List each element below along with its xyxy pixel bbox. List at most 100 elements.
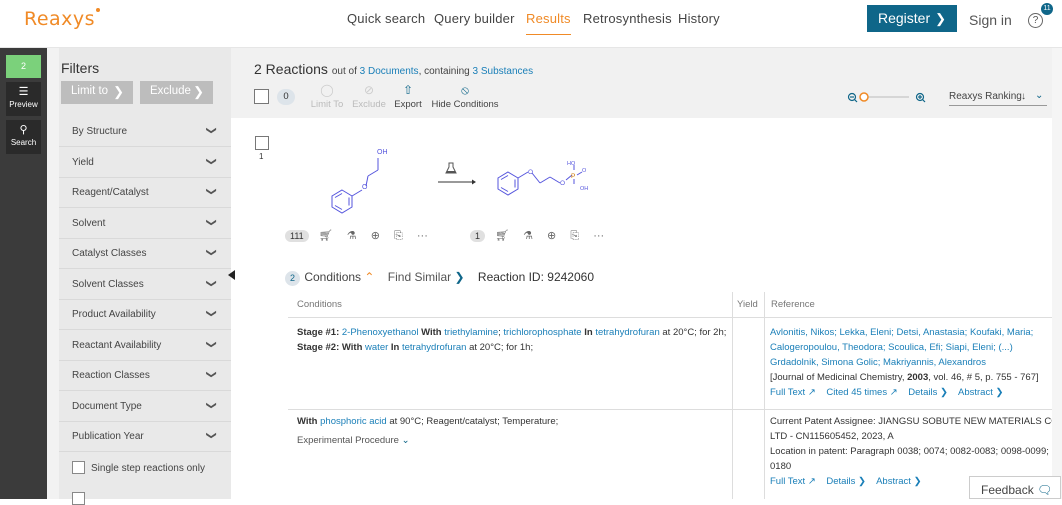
reagent-link[interactable]: water: [365, 342, 388, 353]
more-icon[interactable]: ···: [593, 230, 604, 242]
conditions-table: Conditions Yield Reference Stage #1: 2-P…: [288, 292, 1062, 499]
preview-button[interactable]: ☰ Preview: [6, 82, 41, 116]
reagent-link[interactable]: phosphoric acid: [320, 416, 387, 427]
collapse-panel-icon[interactable]: [228, 270, 235, 280]
chevron-up-icon[interactable]: ⌃: [364, 270, 374, 284]
nav-history[interactable]: History: [678, 11, 720, 35]
zoom-in-icon[interactable]: ⊕: [547, 230, 556, 242]
abstract-link[interactable]: Abstract ❯: [958, 387, 1003, 398]
filter-solvent[interactable]: Solvent ❯: [59, 208, 231, 239]
flask-icon[interactable]: ⚗︎: [347, 230, 357, 242]
filter-scroll-track[interactable]: [47, 48, 59, 499]
filter-catalyst-classes[interactable]: Catalyst Classes ❯: [59, 239, 231, 269]
details-link[interactable]: Details ❯: [826, 476, 866, 487]
cart-icon[interactable]: 🛒︎: [495, 230, 509, 242]
main-scrollbar[interactable]: [1052, 48, 1062, 499]
full-text-link[interactable]: Full Text ↗: [770, 387, 816, 398]
result-set-badge[interactable]: 2: [6, 55, 41, 78]
search-button[interactable]: ⚲ Search: [6, 120, 41, 154]
chevron-down-icon[interactable]: ⌄: [1035, 90, 1043, 101]
single-step-label: Single step reactions only: [91, 463, 205, 474]
export-icon: ⇧: [402, 83, 414, 97]
single-step-checkbox[interactable]: [72, 461, 85, 474]
top-bar: Reaxys Quick search Query builder Result…: [0, 0, 1062, 48]
filter-reaction-classes[interactable]: Reaction Classes ❯: [59, 361, 231, 391]
nav-results[interactable]: Results: [526, 11, 571, 35]
register-button[interactable]: Register ❯: [867, 5, 957, 32]
filter-label: Reagent/Catalyst: [72, 187, 149, 198]
find-similar-link[interactable]: Find Similar ❯: [388, 270, 465, 284]
cited-link[interactable]: Cited 45 times ↗: [826, 387, 897, 398]
conditions-toggle[interactable]: Conditions ⌃: [304, 270, 374, 284]
ranking-select[interactable]: Reaxys Ranking ↓ ⌄: [949, 90, 1049, 106]
filter-solvent-classes[interactable]: Solvent Classes ❯: [59, 269, 231, 300]
flask-icon[interactable]: ⚗︎: [523, 230, 533, 242]
chevron-down-icon: ⌄: [401, 435, 410, 446]
more-icon[interactable]: ···: [417, 230, 428, 242]
reaxys-logo[interactable]: Reaxys: [24, 8, 101, 30]
zoom-slider[interactable]: [847, 91, 927, 105]
reaction-checkbox[interactable]: [255, 136, 269, 150]
chevron-down-icon: ❯: [205, 248, 217, 257]
copy-icon[interactable]: ⎘: [394, 230, 403, 242]
product-count-pill[interactable]: 1: [470, 230, 486, 242]
chevron-right-icon: ❯: [935, 11, 946, 26]
reagent-link[interactable]: 2-Phenoxyethanol: [342, 327, 419, 338]
notification-badge: 11: [1041, 3, 1053, 15]
filter-document-type[interactable]: Document Type ❯: [59, 391, 231, 422]
sort-down-icon[interactable]: ↓: [1021, 91, 1026, 102]
filter-publication-year[interactable]: Publication Year ❯: [59, 422, 231, 452]
zoom-out-icon[interactable]: [847, 92, 858, 103]
exclude-icon: ⊘: [363, 83, 375, 97]
authors-link[interactable]: Calogeropoulou, Theodora; Scoulica, Efi;…: [770, 342, 1013, 353]
zoom-in-icon[interactable]: ⊕: [371, 230, 380, 242]
eye-off-icon: ⦸: [461, 83, 469, 97]
svg-text:O: O: [582, 168, 587, 174]
reactant-structure[interactable]: O OH: [320, 140, 400, 220]
filter-reactant-availability[interactable]: Reactant Availability ❯: [59, 330, 231, 361]
filter-product-availability[interactable]: Product Availability ❯: [59, 300, 231, 330]
reactant-tools: 111 🛒︎ ⚗︎ ⊕ ⎘ ···: [285, 229, 439, 243]
svg-text:O: O: [560, 180, 565, 187]
cart-icon[interactable]: 🛒︎: [319, 230, 333, 242]
filter-by-structure[interactable]: By Structure ❯: [59, 117, 231, 147]
chevron-right-icon: ❯: [193, 84, 204, 99]
export-tool[interactable]: ⇧ Export: [391, 83, 425, 110]
substances-link[interactable]: 3 Substances: [473, 66, 534, 77]
limit-to-button[interactable]: Limit to ❯: [61, 81, 133, 104]
copy-icon[interactable]: ⎘: [570, 230, 579, 242]
filter-label: Catalyst Classes: [72, 248, 147, 259]
flask-icon[interactable]: [445, 162, 457, 174]
authors-link[interactable]: Grdadolnik, Simona Golic; Makriyannis, A…: [770, 357, 986, 368]
nav-quick-search[interactable]: Quick search: [347, 11, 425, 35]
solvent-link[interactable]: tetrahydrofuran: [402, 342, 466, 353]
details-link[interactable]: Details ❯: [908, 387, 948, 398]
svg-text:O: O: [362, 184, 368, 191]
zoom-in-icon[interactable]: [915, 92, 926, 103]
help-icon[interactable]: ?: [1028, 13, 1043, 28]
left-rail: 2 ☰ Preview ⚲ Search: [0, 48, 47, 499]
hide-conditions-tool[interactable]: ⦸ Hide Conditions: [428, 83, 502, 110]
experimental-procedure-toggle[interactable]: Experimental Procedure ⌄: [297, 433, 410, 448]
zoom-handle[interactable]: [859, 92, 869, 102]
authors-link[interactable]: Avlonitis, Nikos; Lekka, Eleni; Detsi, A…: [770, 327, 1033, 338]
nav-retrosynthesis[interactable]: Retrosynthesis: [583, 11, 672, 35]
nav-query-builder[interactable]: Query builder: [434, 11, 515, 35]
abstract-link[interactable]: Abstract ❯: [876, 476, 921, 487]
filter-reagent-catalyst[interactable]: Reagent/Catalyst ❯: [59, 178, 231, 208]
reagent-link[interactable]: trichlorophosphate: [503, 327, 581, 338]
exclude-button[interactable]: Exclude ❯: [140, 81, 213, 104]
documents-link[interactable]: 3 Documents: [360, 66, 419, 77]
sign-in-link[interactable]: Sign in: [969, 12, 1012, 28]
reactant-count-pill[interactable]: 111: [285, 230, 309, 242]
exclude-tool[interactable]: ⊘ Exclude: [350, 83, 388, 110]
limit-to-tool[interactable]: ◯ Limit To: [308, 83, 346, 110]
full-text-link[interactable]: Full Text ↗: [770, 476, 816, 487]
solvent-link[interactable]: tetrahydrofuran: [595, 327, 659, 338]
reagent-link[interactable]: triethylamine: [444, 327, 498, 338]
filter-yield[interactable]: Yield ❯: [59, 147, 231, 178]
select-all-checkbox[interactable]: [254, 89, 269, 104]
chevron-right-icon: ❯: [454, 270, 465, 284]
product-structure[interactable]: O O P HO O OH: [494, 160, 604, 200]
feedback-button[interactable]: Feedback 🗨︎: [969, 476, 1061, 499]
